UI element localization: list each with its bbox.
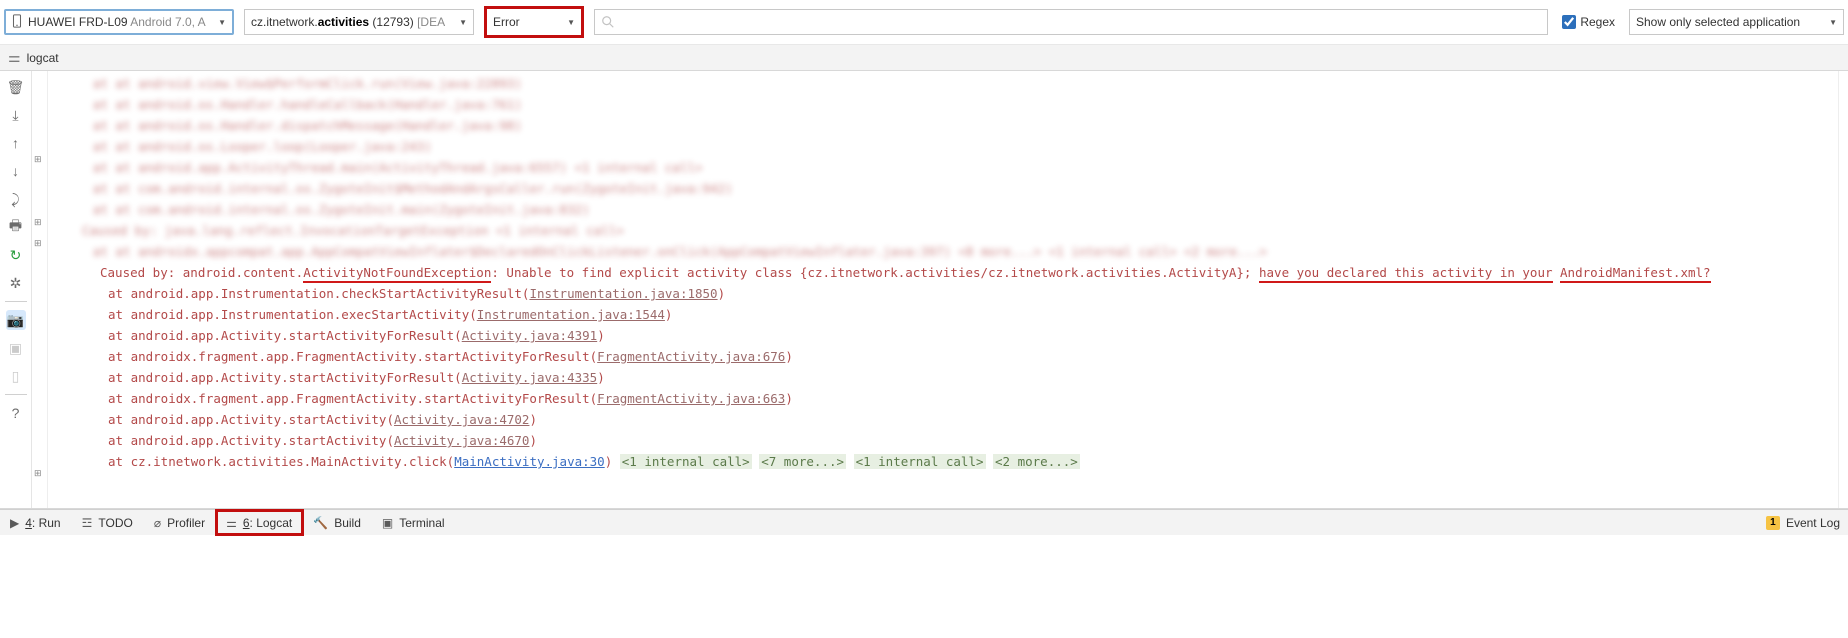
phone-icon (12, 14, 22, 31)
panel-title: logcat (27, 51, 59, 65)
play-icon: ▶ (10, 516, 19, 530)
stack-line: at android.app.Instrumentation.checkStar… (52, 283, 1838, 304)
source-link[interactable]: Activity.java:4391 (462, 328, 597, 343)
chevron-down-icon: ▼ (218, 18, 226, 27)
log-search-input-wrap[interactable] (594, 9, 1548, 35)
divider-button[interactable]: ▯ (6, 366, 26, 386)
stack-line: at android.app.Activity.startActivity(Ac… (52, 409, 1838, 430)
search-icon (601, 15, 615, 29)
tab-run[interactable]: ▶ 4: Run (0, 510, 72, 535)
stack-line: at androidx.fragment.app.FragmentActivit… (52, 346, 1838, 367)
process-selector[interactable]: cz.itnetwork.activities (12793) [DEA ▼ (244, 9, 474, 35)
stack-line: at android.app.Activity.startActivity(Ac… (52, 430, 1838, 451)
stack-line: at androidx.fragment.app.FragmentActivit… (52, 388, 1838, 409)
fold-marker[interactable]: ⊞ (34, 154, 42, 165)
chevron-down-icon: ▼ (459, 18, 467, 27)
filter-scope-label: Show only selected application (1636, 15, 1823, 29)
source-link[interactable]: FragmentActivity.java:676 (597, 349, 785, 364)
log-output[interactable]: at at android.view.View$PerformClick.run… (48, 71, 1838, 508)
error-stripe[interactable] (1838, 71, 1848, 508)
source-link[interactable]: Activity.java:4702 (394, 412, 529, 427)
separator (5, 301, 27, 302)
log-level-label: Error (493, 15, 561, 29)
terminal-icon: ▣ (382, 516, 393, 530)
hammer-icon: 🔨 (313, 516, 328, 530)
fold-gutter: ⊞ ⊞ ⊞ ⊞ (32, 71, 48, 508)
regex-label: Regex (1580, 15, 1615, 29)
log-search-input[interactable] (619, 15, 1541, 29)
tab-build[interactable]: 🔨 Build (303, 510, 372, 535)
process-label: cz.itnetwork.activities (12793) [DEA (251, 15, 453, 29)
regex-checkbox[interactable] (1562, 15, 1576, 29)
print-button[interactable]: 🖶 (6, 217, 26, 237)
filter-scope-selector[interactable]: Show only selected application ▼ (1629, 9, 1844, 35)
exception-line: Caused by: android.content.ActivityNotFo… (52, 262, 1838, 283)
log-level-selector[interactable]: Error ▼ (484, 6, 584, 38)
regex-toggle[interactable]: Regex (1558, 15, 1619, 29)
restart-button[interactable]: ↻ (6, 245, 26, 265)
stack-line: at android.app.Activity.startActivityFor… (52, 367, 1838, 388)
tab-todo[interactable]: ☲ TODO (72, 510, 144, 535)
source-link[interactable]: MainActivity.java:30 (454, 454, 605, 469)
settings-button[interactable]: ✲ (6, 273, 26, 293)
soft-wrap-button[interactable]: ⤸ (6, 189, 26, 209)
source-link[interactable]: Instrumentation.java:1850 (529, 286, 717, 301)
help-button[interactable]: ? (6, 403, 26, 423)
filter-icon[interactable]: ⚌ (8, 49, 21, 66)
up-stack-button[interactable]: ↑ (6, 133, 26, 153)
event-log-button[interactable]: 1 Event Log (1766, 510, 1848, 535)
logcat-panel-header: ⚌ logcat (0, 45, 1848, 71)
device-selector[interactable]: HUAWEI FRD-L09 Android 7.0, A ▼ (4, 9, 234, 35)
stack-line: at android.app.Activity.startActivityFor… (52, 325, 1838, 346)
stack-line: at android.app.Instrumentation.execStart… (52, 304, 1838, 325)
logcat-main: 🗑 ⤓ ↑ ↓ ⤸ 🖶 ↻ ✲ 📷 ▣ ▯ ? ⊞ ⊞ ⊞ ⊞ at at an… (0, 71, 1848, 509)
screen-record-button[interactable]: ▣ (6, 338, 26, 358)
logcat-left-toolbar: 🗑 ⤓ ↑ ↓ ⤸ 🖶 ↻ ✲ 📷 ▣ ▯ ? (0, 71, 32, 508)
profiler-icon: ⌀ (154, 516, 161, 530)
clear-log-button[interactable]: 🗑 (6, 77, 26, 97)
screenshot-button[interactable]: 📷 (6, 310, 26, 330)
tab-terminal[interactable]: ▣ Terminal (372, 510, 456, 535)
scroll-to-end-button[interactable]: ⤓ (6, 105, 26, 125)
fold-marker[interactable]: ⊞ (34, 217, 42, 228)
tab-logcat[interactable]: ⚌ 6: Logcat (216, 510, 303, 535)
separator (5, 394, 27, 395)
todo-icon: ☲ (82, 516, 93, 530)
tab-profiler[interactable]: ⌀ Profiler (144, 510, 216, 535)
stack-line: at cz.itnetwork.activities.MainActivity.… (52, 451, 1838, 472)
logcat-icon: ⚌ (226, 516, 237, 530)
source-link[interactable]: Instrumentation.java:1544 (477, 307, 665, 322)
fold-marker[interactable]: ⊞ (34, 238, 42, 249)
source-link[interactable]: Activity.java:4335 (462, 370, 597, 385)
warning-badge: 1 (1766, 516, 1780, 530)
logcat-filter-bar: HUAWEI FRD-L09 Android 7.0, A ▼ cz.itnet… (0, 0, 1848, 45)
down-stack-button[interactable]: ↓ (6, 161, 26, 181)
device-label: HUAWEI FRD-L09 Android 7.0, A (28, 15, 212, 29)
source-link[interactable]: FragmentActivity.java:663 (597, 391, 785, 406)
chevron-down-icon: ▼ (567, 18, 575, 27)
fold-marker[interactable]: ⊞ (34, 468, 42, 479)
chevron-down-icon: ▼ (1829, 18, 1837, 27)
bottom-tool-bar: ▶ 4: Run ☲ TODO ⌀ Profiler ⚌ 6: Logcat 🔨… (0, 509, 1848, 535)
source-link[interactable]: Activity.java:4670 (394, 433, 529, 448)
